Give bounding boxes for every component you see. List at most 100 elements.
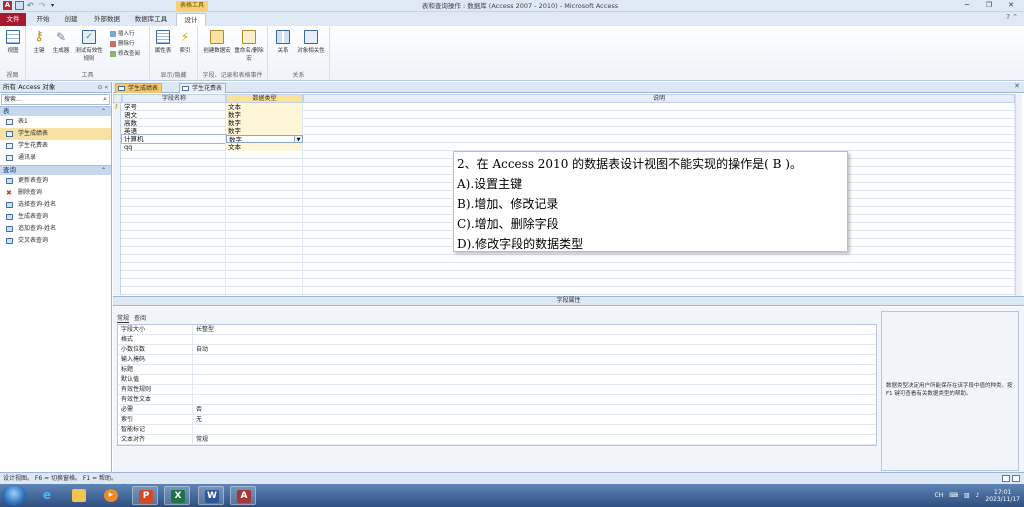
field-name-cell[interactable] [122,167,226,175]
nav-pane-collapse-icon[interactable]: ⊙ « [97,82,108,93]
modify-lookups-button[interactable]: 修改查阅 [110,50,140,58]
property-value[interactable] [192,385,876,395]
field-name-cell[interactable] [122,199,226,207]
datasheet-view-icon[interactable] [1002,475,1010,482]
description-cell[interactable] [303,127,1015,135]
table-row[interactable]: qq 文本 [113,143,1022,151]
row-selector[interactable] [113,231,121,239]
close-button[interactable]: ✕ [1000,0,1022,11]
taskbar-explorer[interactable] [66,486,92,505]
row-selector[interactable]: ⚷ [113,103,121,111]
table-row[interactable]: 高数 数字 [113,119,1022,127]
volume-icon[interactable]: ♪ [976,492,980,499]
table-row[interactable] [113,263,1022,271]
nav-item-select-query[interactable]: 选择查询-姓名 [0,199,111,211]
property-value[interactable] [192,365,876,375]
row-selector[interactable] [113,263,121,271]
data-type-cell[interactable] [226,263,303,271]
create-data-macros-button[interactable]: 创建数据宏 [202,30,232,54]
minimize-button[interactable]: ─ [956,0,978,11]
tab-file[interactable]: 文件 [0,13,26,26]
taskbar-access[interactable]: A [230,486,256,505]
tab-external-data[interactable]: 外部数据 [88,13,126,26]
property-value[interactable] [192,335,876,345]
table-row[interactable] [113,271,1022,279]
field-name-cell[interactable]: 语文 [122,111,226,119]
data-type-cell[interactable]: 文本 [226,103,303,111]
property-value[interactable]: 常规 [192,435,876,445]
nav-item-update-query[interactable]: 更新表查询 [0,175,111,187]
input-language-indicator[interactable]: CH [935,492,944,499]
description-cell[interactable] [303,143,1015,151]
field-name-cell[interactable]: 学号 [122,103,226,111]
taskbar-excel[interactable]: X [164,486,190,505]
relationships-button[interactable]: 关系 [272,30,294,54]
row-selector[interactable] [113,207,121,215]
field-name-cell[interactable] [122,159,226,167]
description-cell[interactable] [303,287,1015,295]
data-type-cell[interactable] [226,247,303,255]
nav-section-queries[interactable]: 查询 ⌃ [0,165,111,175]
nav-item-expenses-table[interactable]: 学生花费表 [0,140,111,152]
help-icon[interactable]: ? ⌃ [1006,13,1018,21]
taskbar-ie[interactable]: e [34,486,60,505]
field-name-cell[interactable]: 高数 [122,119,226,127]
indexes-button[interactable]: ⚡ 索引 [174,30,196,54]
access-app-icon[interactable]: A [3,1,12,10]
field-name-cell[interactable] [122,175,226,183]
network-icon[interactable]: ▥ [964,492,970,499]
view-button[interactable]: 视图 [2,30,24,54]
property-value[interactable] [192,425,876,435]
field-name-cell[interactable] [122,223,226,231]
field-name-cell[interactable] [122,231,226,239]
object-dependencies-button[interactable]: 对象相关性 [296,30,326,54]
tab-home[interactable]: 开始 [30,13,56,26]
data-type-cell[interactable] [226,151,303,159]
data-type-cell[interactable] [226,191,303,199]
table-row[interactable]: 计算机 数字 ▼ [113,134,1022,144]
data-type-cell[interactable] [226,239,303,247]
collapse-chevron-icon[interactable]: ⌃ [101,166,106,175]
table-row[interactable] [113,255,1022,263]
row-selector[interactable] [113,119,121,127]
column-header-data-type[interactable]: 数据类型 [226,94,303,103]
data-type-cell[interactable] [226,223,303,231]
dropdown-arrow-icon[interactable]: ▼ [294,136,302,142]
row-selector[interactable] [113,183,121,191]
row-selector[interactable] [113,135,121,143]
field-name-cell[interactable] [122,287,226,295]
clock[interactable]: 17:01 2023/11/17 [985,489,1020,503]
data-type-cell[interactable]: 数字 [226,127,303,135]
property-value[interactable]: 无 [192,415,876,425]
property-value[interactable]: 否 [192,405,876,415]
row-selector[interactable] [113,223,121,231]
row-selector[interactable] [113,255,121,263]
description-cell[interactable] [303,119,1015,127]
property-sheet-button[interactable]: 属性表 [152,30,174,54]
field-name-cell[interactable] [122,183,226,191]
doc-tab-scores-table[interactable]: 学生成绩表 [115,83,163,93]
builder-button[interactable]: ✎ 生成器 [50,30,72,54]
row-selector[interactable] [113,167,121,175]
table-row[interactable]: 英语 数字 [113,127,1022,135]
row-selector[interactable] [113,111,121,119]
nav-item-contacts-table[interactable]: 通讯录 [0,152,111,164]
nav-item-table1[interactable]: 表1 [0,116,111,128]
data-type-cell[interactable] [226,271,303,279]
row-selector[interactable] [113,151,121,159]
nav-pane-header[interactable]: 所有 Access 对象 ⊙ « [0,82,111,93]
data-type-cell[interactable] [226,255,303,263]
data-type-cell[interactable] [226,231,303,239]
column-header-description[interactable]: 说明 [303,94,1015,103]
keyboard-icon[interactable]: ⌨ [949,492,958,499]
delete-rows-button[interactable]: 删除行 [110,40,135,48]
nav-item-crosstab-query[interactable]: 交叉表查询 [0,235,111,247]
data-type-cell[interactable]: 数字 [226,111,303,119]
tab-design[interactable]: 设计 [176,13,206,26]
property-value[interactable]: 长整型 [192,325,876,335]
row-selector[interactable] [113,143,121,151]
primary-key-button[interactable]: ⚷ 主键 [28,30,50,55]
insert-rows-button[interactable]: 插入行 [110,30,135,38]
close-document-icon[interactable]: ✕ [1014,82,1020,90]
collapse-chevron-icon[interactable]: ⌃ [101,107,106,116]
